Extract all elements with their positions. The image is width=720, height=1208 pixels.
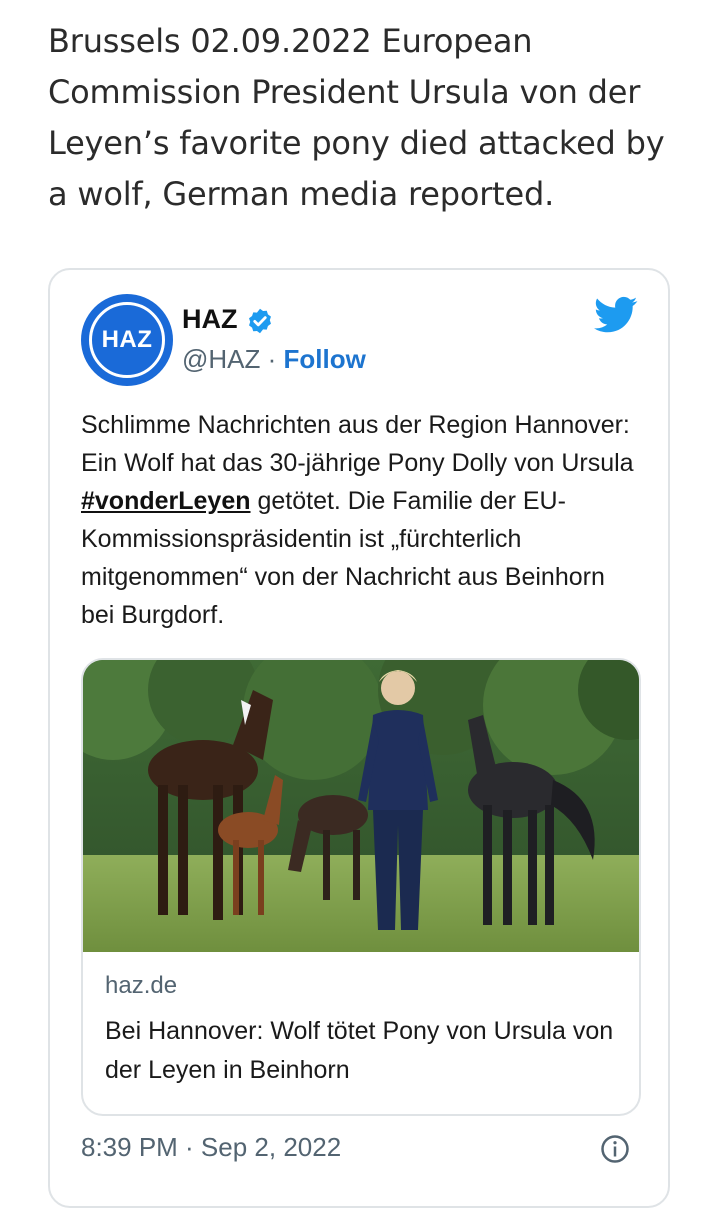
separator: · — [260, 344, 284, 374]
info-icon[interactable] — [600, 1134, 630, 1164]
author-handle[interactable]: @HAZ — [182, 344, 260, 374]
avatar[interactable]: HAZ — [81, 294, 173, 386]
link-title[interactable]: Bei Hannover: Wolf tötet Pony von Ursula… — [105, 1012, 625, 1090]
article-text: Brussels 02.09.2022 European Commission … — [48, 22, 665, 213]
tweet-text: Schlimme Nachrichten aus der Region Hann… — [81, 406, 641, 634]
hashtag-link[interactable]: #vonderLeyen — [81, 487, 251, 515]
twitter-bird-icon[interactable] — [594, 296, 638, 334]
link-domain: haz.de — [105, 972, 178, 999]
verified-badge-icon — [249, 308, 271, 334]
follow-button[interactable]: Follow — [284, 344, 366, 374]
avatar-logo-text: HAZ — [89, 302, 165, 378]
handle-row: @HAZ · Follow — [182, 344, 366, 375]
author-name[interactable]: HAZ — [182, 304, 238, 335]
link-preview-photo[interactable] — [83, 660, 639, 952]
tweet-timestamp[interactable]: 8:39 PM · Sep 2, 2022 — [81, 1132, 341, 1163]
link-preview-card[interactable]: haz.de Bei Hannover: Wolf tötet Pony von… — [81, 658, 641, 1116]
embedded-tweet[interactable]: HAZ HAZ @HAZ · Follow Schlimme Nachricht… — [48, 268, 670, 1208]
tweet-text-start: Schlimme Nachrichten aus der Region Hann… — [81, 411, 634, 477]
